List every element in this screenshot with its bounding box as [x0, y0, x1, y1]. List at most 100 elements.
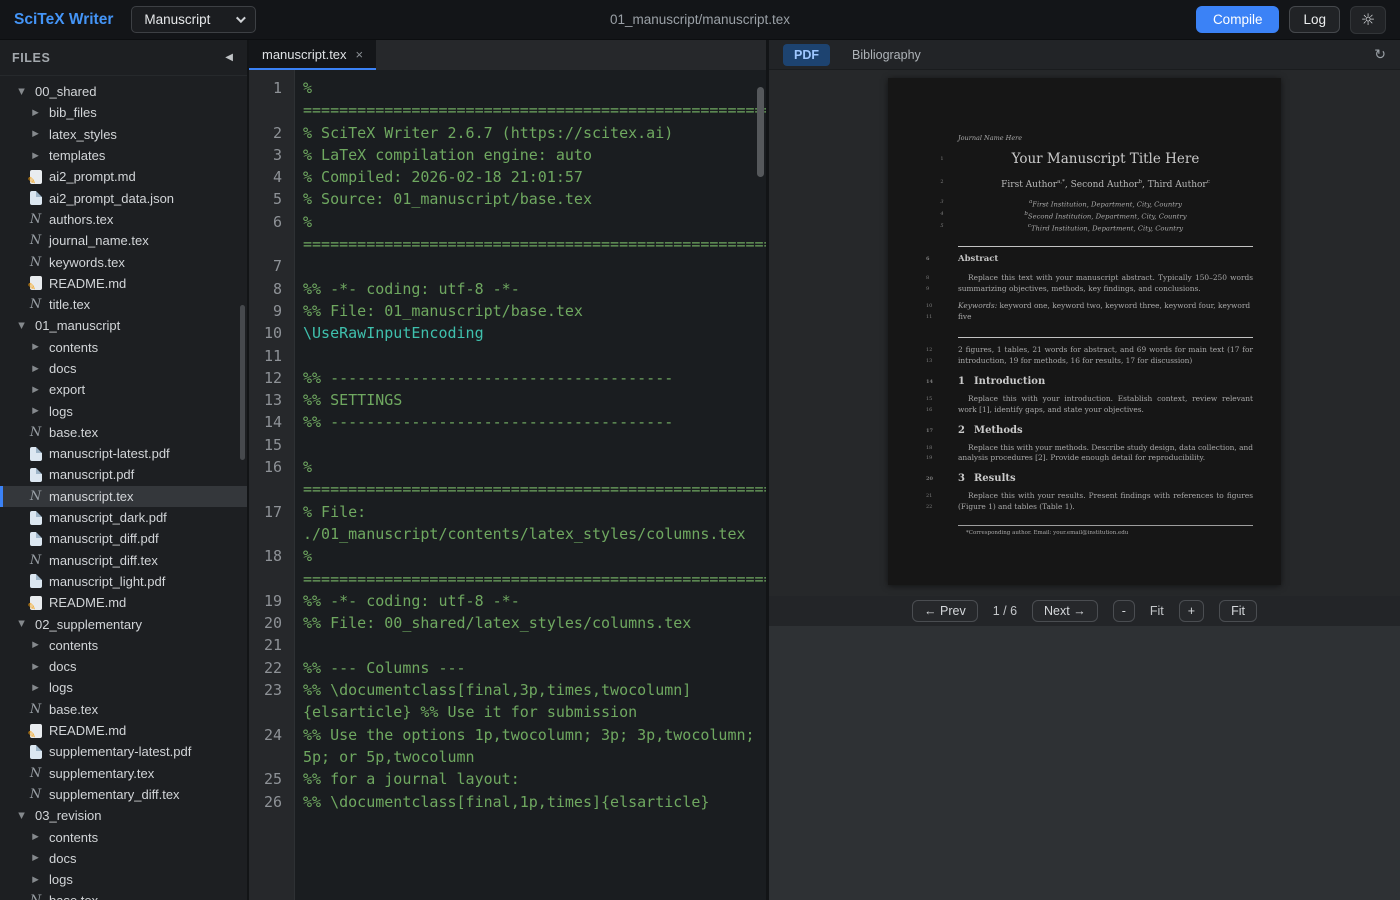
code-line[interactable]: 25%% for a journal layout:	[249, 768, 766, 790]
zoom-in-button[interactable]: +	[1179, 600, 1204, 622]
tree-item-ai2-prompt-data-json[interactable]: ai2_prompt_data.json	[0, 187, 247, 208]
tab-manuscript-tex[interactable]: manuscript.tex ×	[249, 40, 376, 70]
tree-item-01-manuscript[interactable]: ▼01_manuscript	[0, 315, 247, 336]
next-page-button[interactable]: Next →	[1032, 600, 1098, 622]
tree-item-bib-files[interactable]: ▶bib_files	[0, 102, 247, 123]
code-line[interactable]: 3% LaTeX compilation engine: auto	[249, 144, 766, 166]
tree-item-readme-md[interactable]: README.md	[0, 720, 247, 741]
code-line[interactable]: 9%% File: 01_manuscript/base.tex	[249, 300, 766, 322]
code-line[interactable]: 24%% Use the options 1p,twocolumn; 3p; 3…	[249, 724, 766, 769]
tree-item-keywords-tex[interactable]: Nkeywords.tex	[0, 251, 247, 272]
tree-item-manuscript-light-pdf[interactable]: manuscript_light.pdf	[0, 571, 247, 592]
zoom-out-button[interactable]: -	[1113, 600, 1135, 622]
tree-item-manuscript-diff-tex[interactable]: Nmanuscript_diff.tex	[0, 550, 247, 571]
tree-item-logs[interactable]: ▶logs	[0, 400, 247, 421]
document-type-select[interactable]: Manuscript	[131, 6, 256, 33]
pdf-panel-header: PDF Bibliography ↻	[769, 40, 1400, 70]
code-text: %% \documentclass[final,1p,times]{elsart…	[295, 791, 766, 813]
tree-item-logs[interactable]: ▶logs	[0, 677, 247, 698]
tree-item-ai2-prompt-md[interactable]: ai2_prompt.md	[0, 166, 247, 187]
tree-item-readme-md[interactable]: README.md	[0, 273, 247, 294]
code-line[interactable]: 19%% -*- coding: utf-8 -*-	[249, 590, 766, 612]
code-line[interactable]: 6% =====================================…	[249, 211, 766, 256]
code-text: %% -------------------------------------…	[295, 367, 766, 389]
tree-item-title-tex[interactable]: Ntitle.tex	[0, 294, 247, 315]
tree-item-logs[interactable]: ▶logs	[0, 869, 247, 890]
tree-item-templates[interactable]: ▶templates	[0, 145, 247, 166]
tree-item-manuscript-latest-pdf[interactable]: manuscript-latest.pdf	[0, 443, 247, 464]
tree-item-contents[interactable]: ▶contents	[0, 826, 247, 847]
page-indicator: 1 / 6	[993, 604, 1017, 618]
line-number: 8	[249, 278, 295, 300]
tree-item-label: export	[49, 382, 85, 397]
code-text	[295, 634, 766, 656]
code-line[interactable]: 12%% -----------------------------------…	[249, 367, 766, 389]
log-button[interactable]: Log	[1289, 6, 1340, 33]
tab-bibliography[interactable]: Bibliography	[852, 48, 921, 62]
code-line[interactable]: 20%% File: 00_shared/latex_styles/column…	[249, 612, 766, 634]
sidebar-collapse-icon[interactable]: ◀	[225, 52, 233, 63]
tree-item-02-supplementary[interactable]: ▼02_supplementary	[0, 613, 247, 634]
compile-button[interactable]: Compile	[1196, 6, 1280, 33]
editor-scrollbar[interactable]	[757, 87, 764, 177]
tab-pdf[interactable]: PDF	[783, 44, 830, 66]
tree-item-03-revision[interactable]: ▼03_revision	[0, 805, 247, 826]
fit-button[interactable]: Fit	[1219, 600, 1257, 622]
tree-item-authors-tex[interactable]: Nauthors.tex	[0, 209, 247, 230]
code-line[interactable]: 14%% -----------------------------------…	[249, 411, 766, 433]
tree-item-contents[interactable]: ▶contents	[0, 337, 247, 358]
tree-item-manuscript-tex[interactable]: Nmanuscript.tex	[0, 486, 247, 507]
tree-item-label: manuscript.tex	[49, 489, 134, 504]
line-number: 26	[249, 791, 295, 813]
tree-item-supplementary-diff-tex[interactable]: Nsupplementary_diff.tex	[0, 784, 247, 805]
code-line[interactable]: 10\UseRawInputEncoding	[249, 322, 766, 344]
tree-item-contents[interactable]: ▶contents	[0, 635, 247, 656]
code-line[interactable]: 22%% --- Columns ---	[249, 657, 766, 679]
tree-item-supplementary-tex[interactable]: Nsupplementary.tex	[0, 763, 247, 784]
tree-item-docs[interactable]: ▶docs	[0, 848, 247, 869]
code-line[interactable]: 7	[249, 255, 766, 277]
tree-item-label: title.tex	[49, 297, 90, 312]
tree-item-journal-name-tex[interactable]: Njournal_name.tex	[0, 230, 247, 251]
tree-item-export[interactable]: ▶export	[0, 379, 247, 400]
tree-item-base-tex[interactable]: Nbase.tex	[0, 422, 247, 443]
tree-item-base-tex[interactable]: Nbase.tex	[0, 699, 247, 720]
code-line[interactable]: 23%% \documentclass[final,3p,times,twoco…	[249, 679, 766, 724]
tree-item-00-shared[interactable]: ▼00_shared	[0, 81, 247, 102]
tree-item-docs[interactable]: ▶docs	[0, 358, 247, 379]
pdf-block-affil: 5cThird Institution, Department, City, C…	[926, 222, 1253, 234]
tree-item-latex-styles[interactable]: ▶latex_styles	[0, 124, 247, 145]
tree-item-manuscript-pdf[interactable]: manuscript.pdf	[0, 464, 247, 485]
pdf-block-affil: 4bSecond Institution, Department, City, …	[926, 210, 1253, 222]
code-line[interactable]: 16% ====================================…	[249, 456, 766, 501]
folder-open-icon: ▼	[12, 321, 31, 331]
code-line[interactable]: 5% Source: 01_manuscript/base.tex	[249, 188, 766, 210]
tree-item-base-tex[interactable]: Nbase.tex	[0, 890, 247, 900]
line-number: 21	[249, 634, 295, 656]
close-icon[interactable]: ×	[356, 47, 364, 62]
sidebar-scrollbar[interactable]	[240, 305, 245, 460]
tree-item-readme-md[interactable]: README.md	[0, 592, 247, 613]
tree-item-docs[interactable]: ▶docs	[0, 656, 247, 677]
code-line[interactable]: 8%% -*- coding: utf-8 -*-	[249, 278, 766, 300]
code-line[interactable]: 17% File: ./01_manuscript/contents/latex…	[249, 501, 766, 546]
code-line[interactable]: 21	[249, 634, 766, 656]
md-file-icon	[26, 276, 45, 290]
prev-page-button[interactable]: ← Prev	[912, 600, 978, 622]
code-line[interactable]: 1% =====================================…	[249, 77, 766, 122]
code-line[interactable]: 13%% SETTINGS	[249, 389, 766, 411]
theme-toggle-sun-icon[interactable]: ☼	[1350, 6, 1386, 34]
pdf-block-affil: 3aFirst Institution, Department, City, C…	[926, 198, 1253, 210]
code-line[interactable]: 11	[249, 345, 766, 367]
app-logo: SciTeX Writer	[14, 11, 113, 29]
code-editor[interactable]: 1% =====================================…	[249, 70, 766, 900]
code-line[interactable]: 4% Compiled: 2026-02-18 21:01:57	[249, 166, 766, 188]
tree-item-manuscript-dark-pdf[interactable]: manuscript_dark.pdf	[0, 507, 247, 528]
tree-item-supplementary-latest-pdf[interactable]: supplementary-latest.pdf	[0, 741, 247, 762]
refresh-icon[interactable]: ↻	[1374, 47, 1386, 63]
code-line[interactable]: 26%% \documentclass[final,1p,times]{elsa…	[249, 791, 766, 813]
tree-item-manuscript-diff-pdf[interactable]: manuscript_diff.pdf	[0, 528, 247, 549]
code-line[interactable]: 18% ====================================…	[249, 545, 766, 590]
code-line[interactable]: 2% SciTeX Writer 2.6.7 (https://scitex.a…	[249, 122, 766, 144]
code-line[interactable]: 15	[249, 434, 766, 456]
